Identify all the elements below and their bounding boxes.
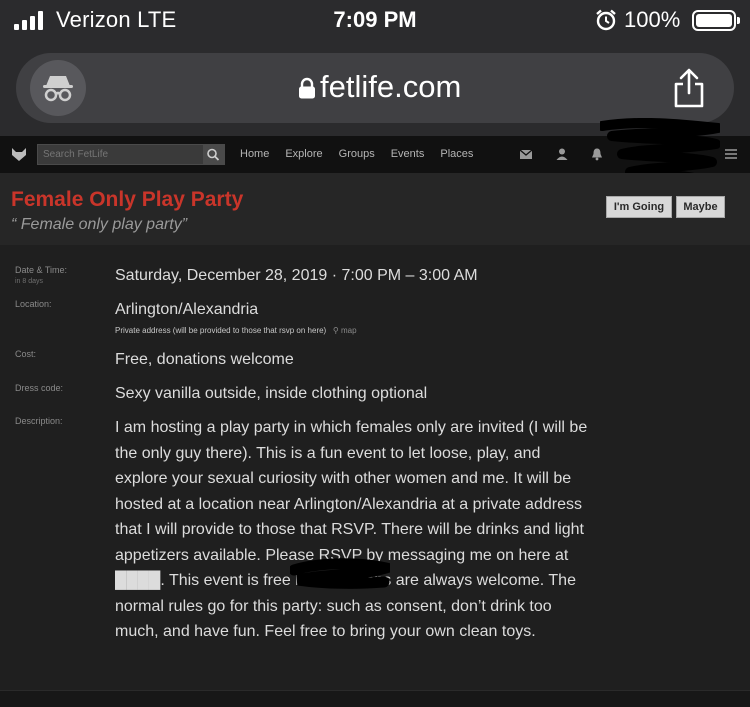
menu-icon[interactable] [724,147,738,161]
battery-icon [692,10,740,31]
nav-explore[interactable]: Explore [285,148,322,160]
cost-label: Cost: [15,349,37,359]
event-title: Female Only Play Party [11,188,244,211]
event-details: Date & Time: in 8 days Saturday, Decembe… [0,245,750,690]
incognito-icon[interactable] [30,60,86,116]
user-icon[interactable] [555,147,569,161]
fetlife-logo-icon[interactable] [11,146,27,162]
alarm-icon [596,9,616,31]
date-time-label: Date & Time: [15,265,68,275]
cost-value: Free, donations welcome [115,351,294,368]
event-tagline: “ Female only play party” [11,216,188,233]
map-pin-icon: ⚲ [332,326,339,335]
url-text[interactable]: fetlife.com [320,69,461,105]
map-link[interactable]: ⚲ map [328,326,357,335]
location-value: Arlington/Alexandria [115,301,259,318]
status-bar: Verizon LTE 7:09 PM 100% [0,0,750,40]
description-label: Description: [15,416,63,426]
address-bar[interactable]: fetlife.com [16,53,734,123]
location-note: Private address (will be provided to tho… [115,326,357,335]
share-icon[interactable] [672,67,706,109]
location-note-text: Private address (will be provided to tho… [115,326,327,335]
nav-places[interactable]: Places [440,148,473,160]
event-header: Female Only Play Party “ Female only pla… [0,173,750,245]
lock-icon [299,77,315,99]
search-input[interactable] [38,145,204,164]
description-text: I am hosting a play party in which femal… [115,419,588,640]
date-time-value: Saturday, December 28, 2019 · 7:00 PM – … [115,267,478,284]
redaction-scribble-contact [290,558,390,589]
battery-percentage: 100% [624,7,681,32]
map-link-label: map [341,326,357,335]
nav-events[interactable]: Events [391,148,425,160]
nav-home[interactable]: Home [240,148,269,160]
maybe-button[interactable]: Maybe [676,196,725,218]
date-relative: in 8 days [15,278,44,285]
page-footer-strip [0,690,750,707]
dress-code-value: Sexy vanilla outside, inside clothing op… [115,385,428,402]
dress-code-label: Dress code: [15,383,64,393]
inbox-icon[interactable] [519,147,533,161]
search-button[interactable] [203,145,224,164]
search-box [37,144,225,165]
location-label: Location: [15,299,52,309]
search-icon [207,148,220,161]
nav-groups[interactable]: Groups [339,148,375,160]
im-going-button[interactable]: I'm Going [606,196,672,218]
